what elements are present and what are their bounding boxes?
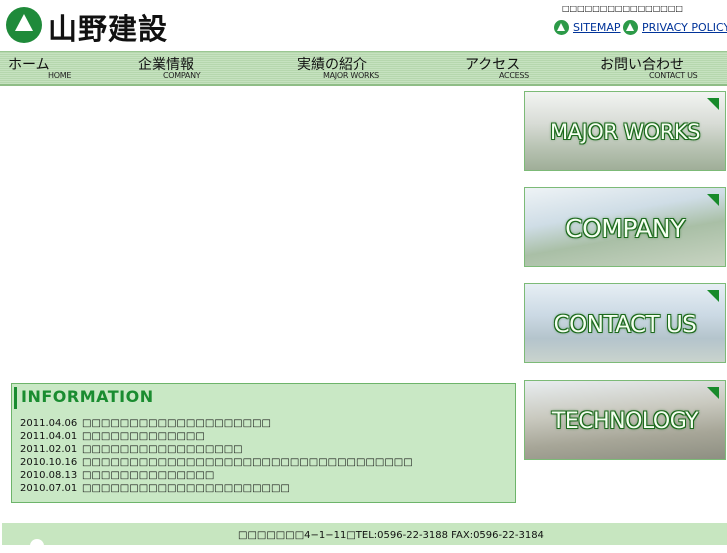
news-date: 2010.10.16 — [20, 457, 78, 468]
logo-mark-icon — [623, 20, 638, 35]
news-text[interactable]: □□□□□□□□□□□□□ — [82, 431, 205, 442]
banner-contact-us[interactable]: CONTACT US — [524, 283, 726, 363]
news-date: 2011.02.01 — [20, 444, 78, 455]
logo-mark-icon — [554, 20, 569, 35]
banner-company[interactable]: COMPANY — [524, 187, 726, 267]
news-text[interactable]: □□□□□□□□□□□□□□□□□□□□ — [82, 418, 271, 429]
nav-item-access-en: ACCESS — [499, 71, 529, 80]
news-item[interactable]: 2011.04.06 □□□□□□□□□□□□□□□□□□□□ — [20, 418, 271, 429]
corner-arrow-icon — [707, 290, 719, 302]
corner-arrow-icon — [707, 194, 719, 206]
main-nav: ホーム HOME 企業情報 COMPANY 実績の紹介 MAJOR WORKS … — [0, 51, 727, 86]
nav-item-company[interactable]: 企業情報 COMPANY — [138, 52, 278, 84]
nav-item-major-works-en: MAJOR WORKS — [323, 71, 379, 80]
information-title-bar — [14, 387, 17, 409]
banner-major-works-label: MAJOR WORKS — [550, 120, 700, 144]
information-title: INFORMATION — [21, 387, 154, 406]
banner-company-label: COMPANY — [565, 214, 685, 243]
nav-item-home-jp: ホーム — [8, 57, 50, 73]
news-item[interactable]: 2010.10.16 □□□□□□□□□□□□□□□□□□□□□□□□□□□□□□… — [20, 457, 413, 468]
company-logo-icon[interactable] — [6, 7, 42, 43]
nav-item-major-works[interactable]: 実績の紹介 MAJOR WORKS — [297, 52, 447, 84]
news-date: 2011.04.06 — [20, 418, 78, 429]
banner-contact-us-label: CONTACT US — [553, 312, 697, 338]
news-item[interactable]: 2010.07.01 □□□□□□□□□□□□□□□□□□□□□□ — [20, 483, 290, 494]
nav-item-company-en: COMPANY — [163, 71, 201, 80]
information-panel: INFORMATION 2011.04.06 □□□□□□□□□□□□□□□□□□… — [11, 383, 516, 503]
footer-address: □□□□□□□4−1−11□TEL:0596-22-3188 FAX:0596-… — [238, 530, 544, 541]
news-date: 2010.08.13 — [20, 470, 78, 481]
header-tagline: □□□□□□□□□□□□□□□□ — [562, 4, 683, 13]
banner-technology-label: TECHNOLOGY — [551, 409, 699, 434]
privacy-policy-link[interactable]: PRIVACY POLICY — [623, 20, 727, 35]
news-text[interactable]: □□□□□□□□□□□□□□□□□□□□□□ — [82, 483, 290, 494]
company-logo-text[interactable]: 山野建設 — [48, 6, 168, 48]
sitemap-link-label: SITEMAP — [573, 21, 621, 34]
sitemap-link[interactable]: SITEMAP — [554, 20, 621, 35]
corner-arrow-icon — [707, 98, 719, 110]
banner-technology[interactable]: TECHNOLOGY — [524, 380, 726, 460]
news-date: 2011.04.01 — [20, 431, 78, 442]
nav-item-home-en: HOME — [48, 71, 72, 80]
news-item[interactable]: 2011.02.01 □□□□□□□□□□□□□□□□□ — [20, 444, 243, 455]
footer: □□□□□□□4−1−11□TEL:0596-22-3188 FAX:0596-… — [2, 523, 727, 553]
banner-major-works[interactable]: MAJOR WORKS — [524, 91, 726, 171]
privacy-policy-link-label: PRIVACY POLICY — [642, 21, 727, 34]
nav-item-home[interactable]: ホーム HOME — [8, 52, 128, 84]
news-item[interactable]: 2010.08.13 □□□□□□□□□□□□□□ — [20, 470, 214, 481]
nav-item-contact-us[interactable]: お問い合わせ CONTACT US — [600, 52, 720, 84]
news-item[interactable]: 2011.04.01 □□□□□□□□□□□□□ — [20, 431, 205, 442]
corner-arrow-icon — [707, 387, 719, 399]
nav-item-access[interactable]: アクセス ACCESS — [465, 52, 585, 84]
news-date: 2010.07.01 — [20, 483, 78, 494]
footer-logo-icon — [30, 539, 44, 553]
nav-item-contact-us-en: CONTACT US — [649, 71, 698, 80]
news-text[interactable]: □□□□□□□□□□□□□□□□□□□□□□□□□□□□□□□□□□□ — [82, 457, 413, 468]
news-text[interactable]: □□□□□□□□□□□□□□ — [82, 470, 214, 481]
news-text[interactable]: □□□□□□□□□□□□□□□□□ — [82, 444, 243, 455]
